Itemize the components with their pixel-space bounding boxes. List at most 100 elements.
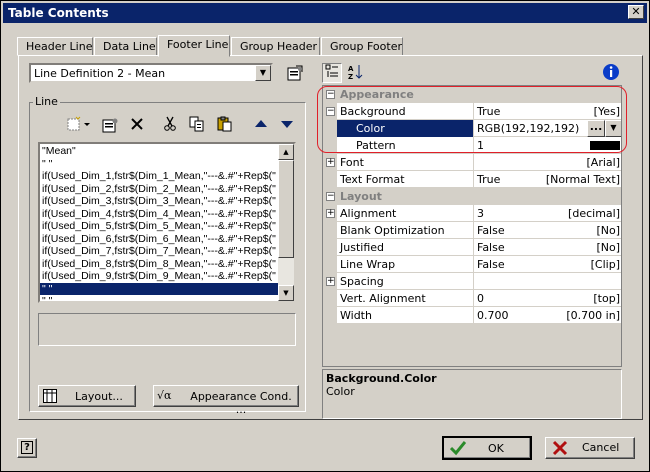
property-value: 0 — [477, 292, 484, 305]
line-list[interactable]: "Mean" " " if(Used_Dim_1,fstr$(Dim_1_Mea… — [38, 142, 296, 303]
new-line-icon[interactable] — [65, 116, 93, 136]
svg-text:A: A — [348, 65, 354, 73]
property-value: True — [477, 173, 501, 186]
close-icon: ✕ — [631, 5, 641, 18]
property-name: Text Format — [340, 173, 405, 186]
list-item[interactable]: if(Used_Dim_3,fstr$(Dim_3_Mean,"---&.#"+… — [40, 195, 278, 208]
list-item[interactable]: "Mean" — [40, 145, 278, 158]
list-item[interactable]: " " — [40, 295, 278, 301]
line-edit-area[interactable] — [38, 313, 296, 346]
property-name: Justified — [340, 241, 384, 254]
property-extra: [No] — [596, 241, 620, 254]
tab-label: Group Header — [240, 40, 318, 53]
tab-label: Header Line — [26, 40, 93, 53]
tab-footer-line[interactable]: Footer Line — [158, 35, 230, 57]
layout-button[interactable]: Layout... — [38, 385, 136, 407]
title-bar: Table Contents ✕ — [3, 3, 647, 23]
property-extra: [0.700 in] — [566, 309, 620, 322]
info-icon[interactable] — [601, 63, 621, 83]
description-text: Color — [326, 385, 355, 398]
property-row-vert-alignment[interactable]: Vert. Alignment 0 [top] — [323, 290, 621, 307]
property-row-font[interactable]: + Font [Arial] — [323, 154, 621, 171]
arrow-down-icon[interactable] — [277, 116, 297, 136]
scroll-down-icon[interactable]: ▼ — [278, 285, 294, 301]
list-item[interactable]: if(Used_Dim_9,fstr$(Dim_9_Mean,"---&.#"+… — [40, 270, 278, 283]
cut-icon[interactable] — [160, 116, 180, 136]
svg-text:Z: Z — [348, 73, 353, 81]
column-divider — [473, 273, 474, 290]
property-extra: [top] — [593, 292, 620, 305]
property-name: Blank Optimization — [340, 224, 445, 237]
tab-label: Footer Line — [167, 38, 229, 51]
property-row-justified[interactable]: Justified False [No] — [323, 239, 621, 256]
copy-icon[interactable] — [187, 116, 207, 136]
property-extra: [Normal Text] — [545, 173, 620, 186]
line-definition-select[interactable]: Line Definition 2 - Mean ▼ — [29, 63, 273, 83]
highlight-annotation — [317, 86, 627, 153]
list-item[interactable]: if(Used_Dim_8,fstr$(Dim_8_Mean,"---&.#"+… — [40, 258, 278, 271]
row-gutter — [323, 290, 337, 307]
list-item[interactable]: if(Used_Dim_4,fstr$(Dim_4_Mean,"---&.#"+… — [40, 208, 278, 221]
help-button[interactable]: ? — [17, 438, 37, 458]
category-layout[interactable]: − Layout — [323, 188, 621, 205]
property-row-blank-optimization[interactable]: Blank Optimization False [No] — [323, 222, 621, 239]
ok-label: OK — [488, 442, 504, 455]
expand-icon[interactable]: + — [326, 158, 335, 167]
column-divider — [473, 171, 474, 188]
property-row-line-wrap[interactable]: Line Wrap False [Clip] — [323, 256, 621, 273]
chevron-down-icon[interactable]: ▼ — [255, 65, 271, 81]
tab-header-line[interactable]: Header Line — [17, 37, 93, 56]
categorized-icon[interactable] — [322, 63, 342, 83]
tab-data-line[interactable]: Data Line — [94, 37, 157, 56]
property-row-text-format[interactable]: Text Format True [Normal Text] — [323, 171, 621, 188]
list-item[interactable]: if(Used_Dim_6,fstr$(Dim_6_Mean,"---&.#"+… — [40, 233, 278, 246]
collapse-icon[interactable]: − — [326, 192, 335, 201]
column-divider — [473, 256, 474, 273]
help-icon: ? — [21, 441, 33, 454]
ok-button[interactable]: OK — [442, 436, 532, 460]
delete-icon[interactable] — [127, 116, 147, 136]
property-value: False — [477, 224, 505, 237]
property-name: Vert. Alignment — [340, 292, 426, 305]
column-divider — [473, 239, 474, 256]
property-row-width[interactable]: Width 0.700 [0.700 in] — [323, 307, 621, 324]
list-item[interactable]: if(Used_Dim_7,fstr$(Dim_7_Mean,"---&.#"+… — [40, 245, 278, 258]
cancel-button[interactable]: Cancel — [545, 437, 635, 459]
layout-icon — [43, 389, 57, 406]
list-item[interactable]: if(Used_Dim_2,fstr$(Dim_2_Mean,"---&.#"+… — [40, 183, 278, 196]
list-item-selected[interactable]: " " — [40, 282, 278, 295]
scroll-up-icon[interactable]: ▲ — [278, 144, 294, 160]
property-extra: [decimal] — [568, 207, 620, 220]
list-item[interactable]: if(Used_Dim_5,fstr$(Dim_5_Mean,"---&.#"+… — [40, 220, 278, 233]
row-gutter — [323, 256, 337, 273]
appearance-cond-button[interactable]: √α Appearance Cond. ... — [153, 385, 299, 416]
properties-icon[interactable] — [100, 116, 120, 136]
properties-icon[interactable] — [285, 64, 305, 84]
line-definition-value: Line Definition 2 - Mean — [34, 67, 166, 80]
property-name: Width — [340, 309, 372, 322]
property-name: Font — [340, 156, 364, 169]
column-divider — [473, 222, 474, 239]
scroll-thumb[interactable] — [278, 160, 294, 258]
row-gutter — [323, 171, 337, 188]
tab-group-footer[interactable]: Group Footer — [321, 37, 403, 56]
formula-icon: √α — [157, 389, 172, 402]
expand-icon[interactable]: + — [326, 277, 335, 286]
paste-icon[interactable] — [214, 116, 234, 136]
property-row-spacing[interactable]: + Spacing — [323, 273, 621, 290]
appearance-cond-label: Appearance Cond. ... — [190, 390, 292, 416]
close-button[interactable]: ✕ — [628, 5, 644, 19]
ok-check-icon — [449, 440, 467, 459]
list-item[interactable]: if(Used_Dim_1,fstr$(Dim_1_Mean,"---&.#"+… — [40, 170, 278, 183]
sort-az-icon[interactable]: AZ — [345, 63, 365, 83]
expand-icon[interactable]: + — [326, 209, 335, 218]
line-list-scrollbar[interactable]: ▲ ▼ — [278, 144, 294, 301]
property-name: Spacing — [340, 275, 384, 288]
column-divider — [473, 205, 474, 222]
tab-group-header[interactable]: Group Header — [231, 37, 320, 56]
tab-label: Data Line — [103, 40, 156, 53]
arrow-up-icon[interactable] — [251, 116, 271, 136]
line-group-label: Line — [33, 95, 60, 108]
list-item[interactable]: " " — [40, 158, 278, 171]
property-row-alignment[interactable]: + Alignment 3 [decimal] — [323, 205, 621, 222]
